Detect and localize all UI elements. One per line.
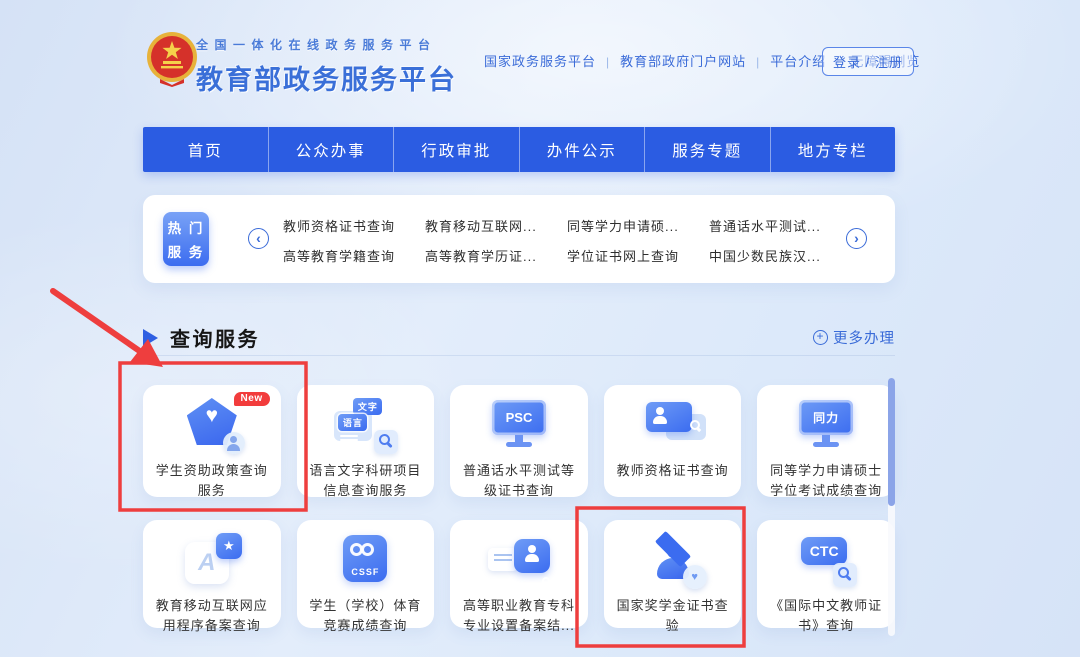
hot-links-grid: 教师资格证书查询 教育移动互联网... 同等学力申请硕... 普通话水平测试..…	[283, 211, 842, 269]
hot-link-teacher-cert[interactable]: 教师资格证书查询	[283, 211, 425, 239]
psc-screen-text: PSC	[492, 400, 546, 435]
magnifier-icon	[690, 420, 700, 430]
card-ctc-cert-query[interactable]: CTC 《国际中文教师证书》查询	[757, 520, 895, 628]
magnifier-icon	[833, 563, 857, 587]
platform-title: 教育部政务服务平台	[196, 58, 457, 97]
link-platform-intro[interactable]: 平台介绍	[746, 51, 826, 70]
nav-admin-approval[interactable]: 行政审批	[393, 127, 519, 172]
more-services-label: 更多办理	[833, 327, 895, 348]
card-edu-mobile-app-filing[interactable]: 教育移动互联网应用程序备案查询	[143, 520, 281, 628]
cssf-logo-text: CSSF	[343, 567, 387, 577]
nav-home[interactable]: 首页	[143, 127, 268, 172]
cssf-icon: CSSF	[330, 533, 400, 589]
card-label: 国家奖学金证书查验	[614, 596, 732, 635]
tongli-screen-text: 同力	[799, 400, 853, 435]
gear-icon	[542, 577, 550, 585]
query-section-header: 查询服务 更多办理	[143, 320, 895, 356]
heart-badge-icon	[683, 565, 707, 589]
person-icon	[652, 407, 668, 423]
nav-service-topics[interactable]: 服务专题	[644, 127, 770, 172]
chevron-right-icon[interactable]	[846, 228, 867, 249]
more-services-link[interactable]: 更多办理	[813, 327, 895, 348]
hot-link-putonghua-test[interactable]: 普通话水平测试...	[709, 211, 842, 239]
person-icon	[223, 432, 245, 454]
card-label: 同等学力申请硕士学位考试成绩查询	[767, 461, 885, 500]
card-label: 教育移动互联网应用程序备案查询	[153, 596, 271, 635]
card-label: 学生（学校）体育竞赛成绩查询	[306, 596, 424, 635]
hot-services-badge: 热 门 服 务	[163, 212, 209, 266]
triangle-icon	[143, 329, 158, 347]
card-teacher-cert[interactable]: 教师资格证书查询	[604, 385, 742, 497]
hot-link-minority-chinese[interactable]: 中国少数民族汉...	[709, 241, 842, 269]
ctc-icon: CTC	[791, 533, 861, 589]
login-register-button[interactable]: 登录 / 注册	[822, 47, 914, 76]
card-sports-competition-score[interactable]: CSSF 学生（学校）体育竞赛成绩查询	[297, 520, 435, 628]
app-filing-icon	[177, 533, 247, 589]
card-label: 学生资助政策查询服务	[153, 461, 271, 500]
hot-link-equivalent-master[interactable]: 同等学力申请硕...	[567, 211, 709, 239]
tongli-monitor-icon: 同力	[791, 398, 861, 454]
main-nav: 首页 公众办事 行政审批 办件公示 服务专题 地方专栏	[143, 127, 895, 172]
card-label: 高等职业教育专科专业设置备案结...	[460, 596, 578, 635]
student-aid-icon	[177, 398, 247, 454]
nav-local-columns[interactable]: 地方专栏	[770, 127, 896, 172]
card-label: 语言文字科研项目信息查询服务	[306, 461, 424, 500]
scrollbar-thumb[interactable]	[888, 378, 895, 506]
chip-yuyan: 语言	[338, 414, 367, 431]
query-section-title: 查询服务	[170, 323, 260, 352]
hot-link-higher-edu-cert[interactable]: 高等教育学历证...	[425, 241, 567, 269]
nav-case-publicity[interactable]: 办件公示	[519, 127, 645, 172]
page: 全国一体化在线政务服务平台 教育部政务服务平台 国家政务服务平台 教育部政府门户…	[0, 0, 1080, 657]
heart-icon	[187, 404, 237, 428]
vocational-filing-icon	[484, 533, 554, 589]
card-vocational-major-filing[interactable]: 高等职业教育专科专业设置备案结...	[450, 520, 588, 628]
hot-link-higher-edu-status[interactable]: 高等教育学籍查询	[283, 241, 425, 269]
hot-badge-line2: 服 务	[168, 241, 205, 261]
national-emblem-logo	[146, 31, 198, 87]
card-student-aid-policy[interactable]: New 学生资助政策查询服务	[143, 385, 281, 497]
card-equivalent-master-score[interactable]: 同力 同等学力申请硕士学位考试成绩查询	[757, 385, 895, 497]
hot-link-edu-mobile[interactable]: 教育移动互联网...	[425, 211, 567, 239]
card-putonghua-cert[interactable]: PSC 普通话水平测试等级证书查询	[450, 385, 588, 497]
nav-public-affairs[interactable]: 公众办事	[268, 127, 394, 172]
hot-link-degree-cert-online[interactable]: 学位证书网上查询	[567, 241, 709, 269]
card-national-scholarship-cert[interactable]: 国家奖学金证书查验	[604, 520, 742, 628]
card-language-research[interactable]: 文字 语言 语言文字科研项目信息查询服务	[297, 385, 435, 497]
link-moe-portal[interactable]: 教育部政府门户网站	[596, 51, 746, 70]
language-research-icon: 文字 语言	[330, 398, 400, 454]
plus-circle-icon	[813, 330, 828, 345]
person-icon	[524, 545, 540, 561]
ctc-logo-text: CTC	[801, 537, 847, 565]
chevron-left-icon[interactable]	[248, 228, 269, 249]
card-label: 教师资格证书查询	[614, 461, 732, 481]
star-icon	[216, 533, 242, 559]
scholarship-graduate-icon	[638, 533, 708, 589]
chip-wenzi: 文字	[353, 398, 382, 415]
hot-badge-line1: 热 门	[168, 217, 205, 237]
platform-tagline: 全国一体化在线政务服务平台	[196, 36, 457, 53]
card-label: 普通话水平测试等级证书查询	[460, 461, 578, 500]
hot-services-panel: 热 门 服 务 教师资格证书查询 教育移动互联网... 同等学力申请硕... 普…	[143, 195, 895, 283]
psc-monitor-icon: PSC	[484, 398, 554, 454]
service-cards-grid: New 学生资助政策查询服务 文字 语言 语言文字科研项目信息查询服务 PSC	[143, 385, 895, 628]
link-national-platform[interactable]: 国家政务服务平台	[484, 51, 596, 70]
card-label: 《国际中文教师证书》查询	[767, 596, 885, 635]
teacher-cert-icon	[638, 398, 708, 454]
magnifier-icon	[374, 430, 398, 454]
